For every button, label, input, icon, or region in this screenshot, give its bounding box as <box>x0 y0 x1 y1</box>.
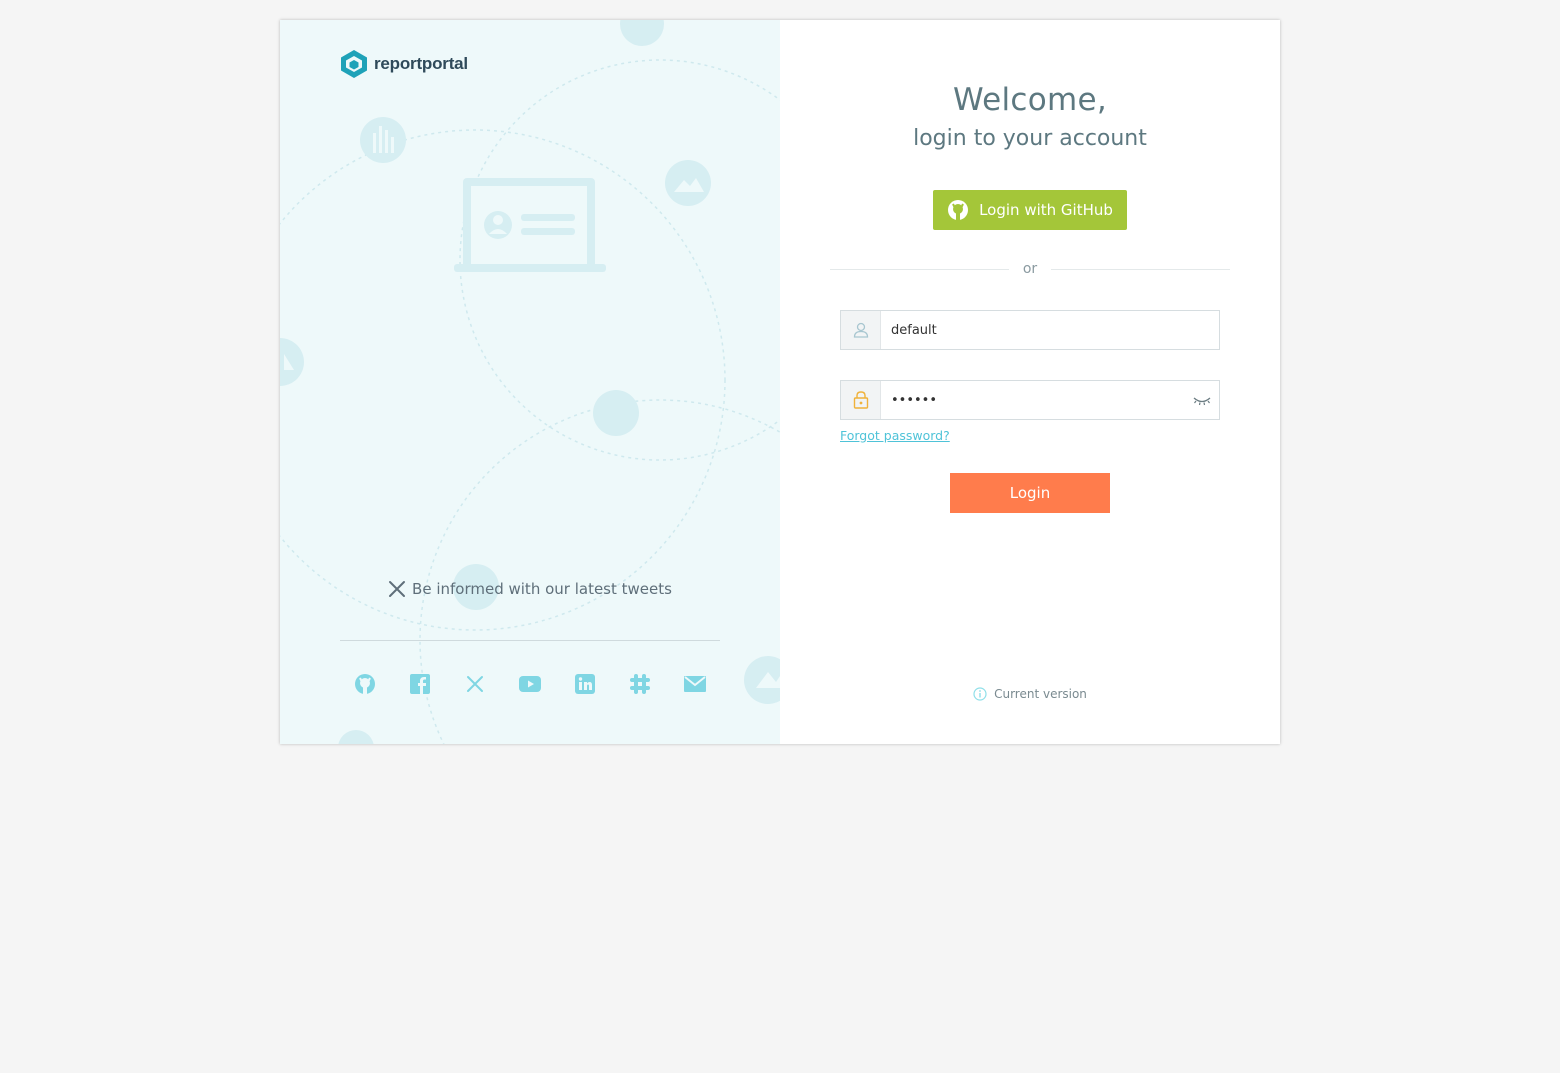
login-button[interactable]: Login <box>950 473 1110 513</box>
x-icon <box>389 581 406 597</box>
hexagon-logo-icon <box>341 50 367 78</box>
login-panel: Welcome, login to your account Login wit… <box>780 20 1280 744</box>
github-link[interactable] <box>350 671 380 697</box>
tweets-link[interactable]: Be informed with our latest tweets <box>280 580 780 598</box>
password-field <box>840 380 1220 420</box>
slack-link[interactable] <box>625 671 655 697</box>
welcome-title: Welcome, <box>952 82 1108 118</box>
password-input[interactable] <box>881 381 1185 419</box>
or-text: or <box>1022 261 1038 277</box>
background-illustration <box>280 20 780 744</box>
separator-line <box>1051 268 1231 270</box>
x-icon <box>467 676 483 692</box>
x-link[interactable] <box>460 671 490 697</box>
email-link[interactable] <box>680 671 710 697</box>
divider <box>340 640 720 641</box>
forgot-password-link[interactable]: Forgot password? <box>840 428 950 443</box>
linkedin-link[interactable] <box>570 671 600 697</box>
username-input[interactable] <box>881 311 1219 349</box>
separator-line <box>830 268 1009 270</box>
mail-icon <box>684 676 706 692</box>
github-button-label: Login with GitHub <box>979 201 1113 219</box>
facebook-link[interactable] <box>405 671 435 697</box>
info-icon <box>973 687 987 701</box>
lock-icon <box>841 381 881 419</box>
github-icon <box>948 200 969 221</box>
brand-logo[interactable]: reportportal <box>340 49 468 79</box>
username-field <box>840 310 1220 350</box>
facebook-icon <box>410 674 430 694</box>
or-separator: or <box>830 258 1231 280</box>
login-with-github-button[interactable]: Login with GitHub <box>933 190 1127 230</box>
show-password-eye-icon[interactable] <box>1185 381 1219 419</box>
login-card: reportportal Be informed with our latest… <box>280 20 1280 744</box>
social-links <box>340 671 720 697</box>
youtube-icon <box>519 676 541 692</box>
current-version-text: Current version <box>994 687 1087 701</box>
current-version-link[interactable]: Current version <box>780 687 1280 701</box>
youtube-link[interactable] <box>515 671 545 697</box>
slack-icon <box>630 674 650 694</box>
linkedin-icon <box>575 674 595 694</box>
promo-panel: reportportal Be informed with our latest… <box>280 20 780 744</box>
user-icon <box>841 311 881 349</box>
tweets-text: Be informed with our latest tweets <box>412 580 672 598</box>
welcome-subtitle: login to your account <box>913 126 1147 151</box>
brand-name: reportportal <box>374 54 468 73</box>
github-icon <box>355 674 375 695</box>
